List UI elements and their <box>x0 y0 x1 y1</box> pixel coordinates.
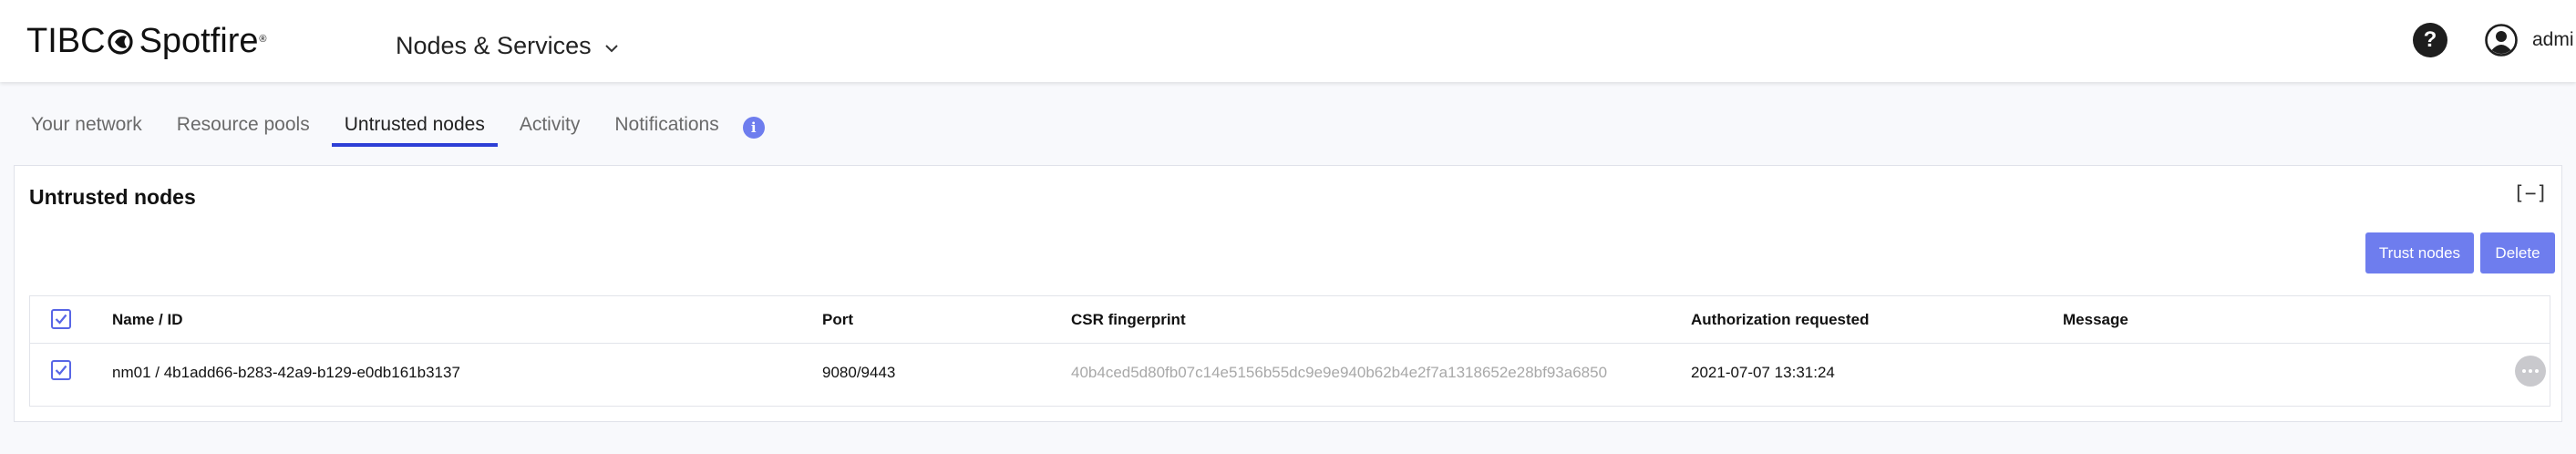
logo-tibco-text: TIBC <box>26 22 106 60</box>
node-name: nm01 <box>112 364 151 381</box>
table-row[interactable]: nm01 / 4b1add66-b283-42a9-b129-e0db161b3… <box>30 344 2550 406</box>
node-id: 4b1add66-b283-42a9-b129-e0db161b3137 <box>163 364 460 381</box>
panel-title: Untrusted nodes <box>29 185 196 209</box>
column-header-message[interactable]: Message <box>2063 311 2128 329</box>
info-icon[interactable]: i <box>742 117 765 139</box>
name-id-separator: / <box>150 364 164 381</box>
select-all-checkbox[interactable] <box>51 309 71 329</box>
row-select-checkbox[interactable] <box>51 360 71 380</box>
delete-button[interactable]: Delete <box>2480 232 2555 273</box>
tab-resource-pools[interactable]: Resource pools <box>164 105 323 147</box>
user-name[interactable]: admi <box>2532 29 2574 51</box>
chevron-down-icon <box>603 39 621 57</box>
collapse-panel-button[interactable]: [−] <box>2513 182 2548 204</box>
logo-registered-mark: ® <box>259 34 267 45</box>
logo-spotfire-text: Spotfire <box>139 22 259 60</box>
help-icon[interactable]: ? <box>2413 23 2447 57</box>
node-csr-fingerprint: 40b4ced5d80fb07c14e5156b55dc9e9e940b62b4… <box>1071 364 1608 381</box>
app-switcher[interactable]: Nodes & Services <box>396 29 621 62</box>
column-header-authorization-requested[interactable]: Authorization requested <box>1691 311 1870 329</box>
node-name-id: nm01 / 4b1add66-b283-42a9-b129-e0db161b3… <box>112 364 460 382</box>
tab-activity[interactable]: Activity <box>507 105 593 147</box>
app-header: TIBC Spotfire ® Nodes & Services ? admi <box>0 0 2576 82</box>
tab-your-network[interactable]: Your network <box>18 105 155 147</box>
tab-notifications[interactable]: Notifications <box>602 105 731 147</box>
column-header-name-id[interactable]: Name / ID <box>112 311 182 329</box>
trust-nodes-button[interactable]: Trust nodes <box>2365 232 2474 273</box>
checkmark-icon <box>55 365 67 376</box>
untrusted-nodes-table: Name / ID Port CSR fingerprint Authoriza… <box>29 295 2550 407</box>
untrusted-nodes-panel: Untrusted nodes [−] Trust nodes Delete N… <box>14 165 2562 422</box>
row-more-actions-icon[interactable] <box>2515 356 2546 387</box>
checkmark-icon <box>55 314 67 325</box>
table-header-row: Name / ID Port CSR fingerprint Authoriza… <box>30 296 2550 344</box>
column-header-port[interactable]: Port <box>822 311 853 329</box>
tibco-spotfire-logo[interactable]: TIBC Spotfire ® <box>26 20 267 62</box>
tab-bar: Your network Resource pools Untrusted no… <box>18 105 765 147</box>
app-title: Nodes & Services <box>396 32 592 59</box>
user-avatar-icon[interactable] <box>2484 23 2519 57</box>
tab-untrusted-nodes[interactable]: Untrusted nodes <box>331 105 498 147</box>
node-authorization-requested: 2021-07-07 13:31:24 <box>1691 364 1835 381</box>
column-header-csr-fingerprint[interactable]: CSR fingerprint <box>1071 311 1186 329</box>
logo-o-mark-icon <box>107 29 133 55</box>
node-port: 9080/9443 <box>822 364 896 381</box>
